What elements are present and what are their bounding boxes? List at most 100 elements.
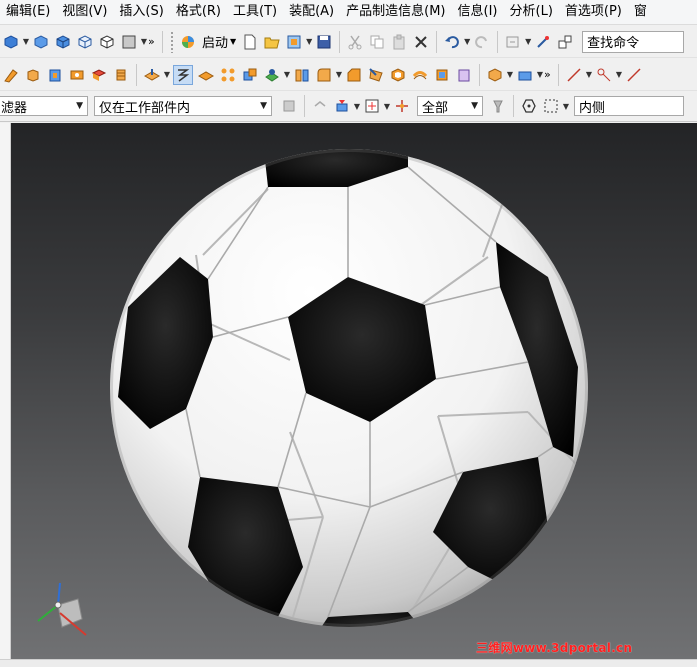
revolve-icon[interactable] <box>46 66 64 84</box>
menu-view[interactable]: 视图(V) <box>56 0 113 24</box>
selection-scope-value: 仅在工作部件内 <box>99 100 191 116</box>
new-file-icon[interactable] <box>241 33 259 51</box>
pick-filter-icon[interactable] <box>489 97 507 115</box>
chevron-down-icon[interactable]: ▼ <box>305 33 313 51</box>
start-button[interactable]: 启动 ▼ <box>202 32 236 51</box>
blend-icon[interactable] <box>315 66 333 84</box>
menu-window[interactable]: 窗 <box>628 0 653 24</box>
chevron-down-icon[interactable]: ▼ <box>163 66 171 84</box>
boss-icon[interactable] <box>90 66 108 84</box>
selection-scope-select[interactable]: 仅在工作部件内 ▼ <box>94 96 272 116</box>
menu-format[interactable]: 格式(R) <box>170 0 227 24</box>
menu-bar: 编辑(E) 视图(V) 插入(S) 格式(R) 工具(T) 装配(A) 产品制造… <box>0 0 697 25</box>
command-search-input[interactable]: 查找命令 <box>582 30 685 53</box>
snap-toggle-icon[interactable] <box>393 97 411 115</box>
pad-icon[interactable] <box>143 66 161 84</box>
point-icon[interactable] <box>595 66 613 84</box>
cube-outline-icon[interactable] <box>76 33 94 51</box>
shell-icon[interactable] <box>389 66 407 84</box>
cube-shaded-icon[interactable] <box>2 33 20 51</box>
select-all-icon[interactable] <box>311 97 329 115</box>
datum-plane-icon[interactable] <box>516 66 534 84</box>
start-icon[interactable] <box>179 33 197 51</box>
save-icon[interactable] <box>315 33 333 51</box>
chevron-down-icon[interactable]: ▼ <box>383 97 391 115</box>
menu-assembly[interactable]: 装配(A) <box>283 0 340 24</box>
selection-side-value: 内侧 <box>579 100 606 116</box>
menu-preferences[interactable]: 首选项(P) <box>559 0 628 24</box>
chevron-down-icon[interactable]: ▼ <box>283 66 291 84</box>
toolbar-separator <box>479 63 480 86</box>
draft-icon[interactable] <box>367 66 385 84</box>
start-label: 启动 <box>202 36 229 51</box>
chevron-down-icon: ▼ <box>76 101 83 111</box>
redo-icon[interactable] <box>473 33 491 51</box>
menu-analysis[interactable]: 分析(L) <box>504 0 559 24</box>
sew-icon[interactable] <box>455 66 473 84</box>
block-icon[interactable] <box>486 66 504 84</box>
open-folder-icon[interactable] <box>263 33 281 51</box>
touch-mode-icon[interactable] <box>534 33 552 51</box>
pattern-icon[interactable] <box>219 66 237 84</box>
repeat-command-icon[interactable] <box>504 33 522 51</box>
assembly-filter-icon[interactable] <box>280 97 298 115</box>
hexagon-select-icon[interactable] <box>520 97 538 115</box>
overflow-chevron-icon[interactable]: » <box>544 68 554 81</box>
chevron-down-icon[interactable]: ▼ <box>615 66 623 84</box>
thicken-icon[interactable] <box>411 66 429 84</box>
color-swatch-icon[interactable] <box>120 33 138 51</box>
chevron-down-icon[interactable]: ▼ <box>562 97 570 115</box>
copy-icon[interactable] <box>368 33 386 51</box>
type-filter-select[interactable]: 滤器 ▼ <box>0 96 88 116</box>
overflow-chevron-icon[interactable]: » <box>148 35 158 48</box>
menu-pmi[interactable]: 产品制造信息(M) <box>340 0 451 24</box>
window-layout-icon[interactable] <box>556 33 574 51</box>
menu-edit[interactable]: 编辑(E) <box>0 0 56 24</box>
object-type-select[interactable]: 全部 ▼ <box>417 96 483 116</box>
split-body-icon[interactable] <box>293 66 311 84</box>
undo-icon[interactable] <box>443 33 461 51</box>
cylinder-icon[interactable] <box>112 66 130 84</box>
chevron-down-icon[interactable]: ▼ <box>140 33 148 51</box>
chamfer-icon[interactable] <box>345 66 363 84</box>
extrude-icon[interactable] <box>24 66 42 84</box>
cube-iso-icon[interactable] <box>54 33 72 51</box>
cube-wire-icon[interactable] <box>32 33 50 51</box>
soccer-ball-model[interactable] <box>108 147 590 629</box>
object-type-value: 全部 <box>422 100 449 116</box>
sweep-icon[interactable] <box>433 66 451 84</box>
rectangle-select-icon[interactable] <box>542 97 560 115</box>
cut-icon[interactable] <box>346 33 364 51</box>
feature-toolbar: ▼ ▼ ▼ ▼ ▼ » ▼ ▼ <box>0 59 697 91</box>
graphics-viewport[interactable]: 三维网www.3dportal.cn <box>0 123 697 659</box>
chevron-down-icon[interactable]: ▼ <box>463 33 471 51</box>
combine-icon[interactable] <box>241 66 259 84</box>
menu-tools[interactable]: 工具(T) <box>227 0 283 24</box>
hole-icon[interactable] <box>68 66 86 84</box>
recent-parts-icon[interactable] <box>285 33 303 51</box>
chevron-down-icon[interactable]: ▼ <box>335 66 343 84</box>
sketch-icon[interactable] <box>2 66 20 84</box>
menu-insert[interactable]: 插入(S) <box>113 0 169 24</box>
menu-information[interactable]: 信息(I) <box>452 0 504 24</box>
selection-side-select[interactable]: 内侧 <box>574 96 684 116</box>
paste-icon[interactable] <box>390 33 408 51</box>
chevron-down-icon[interactable]: ▼ <box>536 66 544 84</box>
cube-edges-icon[interactable] <box>98 33 116 51</box>
offset-face-icon[interactable] <box>197 66 215 84</box>
trim-body-icon[interactable] <box>263 66 281 84</box>
toolbar-grip[interactable] <box>170 30 174 53</box>
chevron-down-icon[interactable]: ▼ <box>353 97 361 115</box>
line-icon[interactable] <box>565 66 583 84</box>
emboss-icon[interactable] <box>173 64 193 85</box>
arc-icon[interactable] <box>625 66 643 84</box>
resource-bar[interactable] <box>0 123 11 659</box>
chevron-down-icon: ▼ <box>260 101 267 111</box>
delete-icon[interactable] <box>412 33 430 51</box>
snap-point-icon[interactable] <box>363 97 381 115</box>
chevron-down-icon[interactable]: ▼ <box>585 66 593 84</box>
chevron-down-icon[interactable]: ▼ <box>22 33 30 51</box>
chevron-down-icon[interactable]: ▼ <box>524 33 532 51</box>
feature-select-icon[interactable] <box>333 97 351 115</box>
chevron-down-icon[interactable]: ▼ <box>506 66 514 84</box>
